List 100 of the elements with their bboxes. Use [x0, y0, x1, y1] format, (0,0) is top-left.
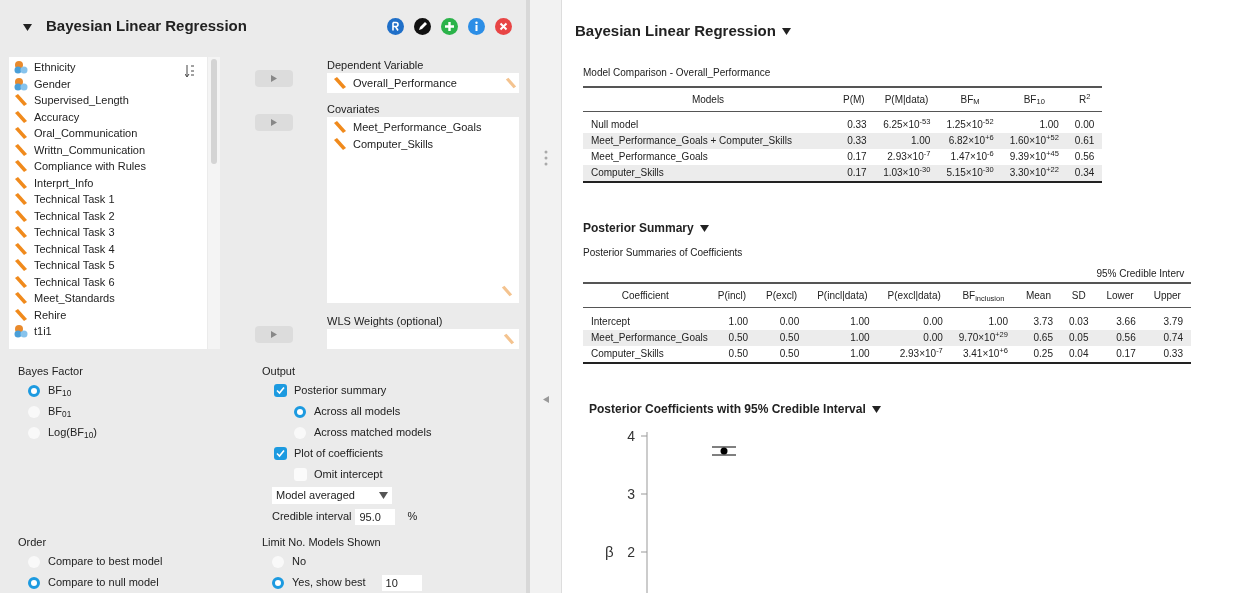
- variable-name[interactable]: Writtn_Communication: [34, 141, 146, 158]
- table-cell: 6.25×10$^{-53}$: [874, 117, 939, 133]
- variable-name[interactable]: t1i1: [34, 323, 52, 340]
- variable-name[interactable]: Ethnicity: [34, 59, 76, 76]
- column-header: Coefficient: [621, 290, 669, 301]
- sort-icon[interactable]: [185, 65, 195, 77]
- column-header: P(incl): [717, 290, 747, 301]
- radio-button[interactable]: [272, 576, 284, 589]
- column-header: BF$_{10}$: [1023, 93, 1045, 105]
- variable-name[interactable]: Technical Task 5: [34, 257, 115, 274]
- variable-name[interactable]: Technical Task 3: [34, 224, 115, 241]
- checkbox[interactable]: [274, 447, 287, 460]
- r-syntax-icon[interactable]: [387, 18, 404, 35]
- variable-name[interactable]: Gender: [34, 75, 71, 92]
- collapse-arrow-icon[interactable]: [542, 396, 549, 403]
- collapse-triangle-icon[interactable]: [23, 22, 32, 31]
- table-cell: 0.33: [833, 133, 875, 149]
- table-cell: 3.66: [1096, 313, 1144, 330]
- dropdown[interactable]: Model averaged: [272, 487, 392, 504]
- menu-triangle-icon[interactable]: [781, 27, 791, 36]
- dependent-variable-field[interactable]: Overall_Performance: [327, 73, 519, 93]
- wls-weights-field[interactable]: [327, 329, 519, 349]
- close-icon[interactable]: [495, 18, 512, 35]
- table-cell: 3.30×10$^{+22}$: [1001, 165, 1067, 182]
- section-label: Bayes Factor: [18, 364, 84, 377]
- ruler-icon: [503, 333, 515, 345]
- section-heading: Posterior Summary: [583, 220, 694, 237]
- table-cell: 0.65: [1015, 329, 1061, 346]
- radio-label: Across all models: [314, 404, 401, 420]
- radio-label: BF$_{10}$: [48, 383, 72, 399]
- ruler-icon: [14, 291, 28, 306]
- scrollbar-thumb[interactable]: [211, 59, 217, 164]
- table-cell: 0.61: [1066, 133, 1103, 149]
- number-field[interactable]: 95.0: [355, 508, 396, 525]
- radio-label: BF$_{01}$: [48, 404, 72, 420]
- radio-button[interactable]: [28, 576, 40, 589]
- checkbox[interactable]: [274, 384, 287, 397]
- radio-button[interactable]: [28, 384, 40, 397]
- ruler-icon: [14, 109, 28, 124]
- group-header: 95% Credible Interv: [1096, 268, 1185, 279]
- ruler-icon: [14, 225, 28, 240]
- variable-name[interactable]: Meet_Performance_Goals: [353, 119, 482, 136]
- tick-label: 2: [627, 543, 635, 560]
- info-icon[interactable]: [468, 18, 485, 35]
- variable-name[interactable]: Rehire: [34, 306, 67, 323]
- table-cell: 3.73: [1015, 313, 1061, 330]
- table-cell: Meet_Performance_Goals + Computer_Skills: [583, 133, 833, 149]
- radio-label: Compare to null model: [48, 575, 159, 591]
- section-label: Output: [262, 364, 297, 377]
- ruler-icon: [14, 192, 28, 207]
- section-label: Limit No. Models Shown: [262, 535, 382, 548]
- add-icon[interactable]: [441, 18, 458, 35]
- table-cell: 1.00: [807, 329, 878, 346]
- column-header: Upper: [1153, 290, 1181, 301]
- pencil-icon[interactable]: [414, 18, 431, 35]
- ruler-icon: [14, 208, 28, 223]
- variable-name[interactable]: Technical Task 4: [34, 240, 115, 257]
- menu-triangle-icon[interactable]: [871, 404, 881, 413]
- table-cell: 1.00: [707, 313, 757, 330]
- move-button[interactable]: [254, 114, 293, 131]
- drag-handle-icon[interactable]: [543, 150, 548, 166]
- variable-name[interactable]: Overall_Performance: [353, 74, 457, 92]
- menu-triangle-icon[interactable]: [699, 224, 709, 232]
- table-cell: 3.41×10$^{+6}$: [950, 345, 1016, 363]
- variable-name[interactable]: Technical Task 1: [34, 191, 115, 208]
- move-button[interactable]: [254, 326, 293, 343]
- table-cell: 0.74: [1143, 329, 1191, 346]
- radio-button[interactable]: [294, 405, 306, 418]
- table-cell: 1.47×10$^{-6}$: [938, 149, 1002, 165]
- ruler-icon: [333, 120, 347, 135]
- table-cell: 0.00: [756, 313, 808, 330]
- table-cell: 6.82×10$^{+6}$: [938, 133, 1002, 149]
- table-cell: Computer_Skills: [583, 345, 708, 363]
- variable-name[interactable]: Compliance with Rules: [34, 158, 146, 175]
- table-cell: 1.00: [950, 313, 1016, 330]
- variable-name[interactable]: Computer_Skills: [353, 135, 434, 152]
- ruler-icon: [14, 307, 28, 322]
- variable-name[interactable]: Meet_Standards: [34, 290, 115, 307]
- table-cell: 2.93×10$^{-7}$: [877, 345, 951, 363]
- covariates-list[interactable]: Meet_Performance_Goals Computer_Skills: [327, 117, 519, 303]
- variable-name[interactable]: Oral_Communication: [34, 125, 138, 142]
- analysis-title: Bayesian Linear Regression: [46, 16, 247, 37]
- table-cell: 0.56: [1096, 329, 1144, 346]
- variable-name[interactable]: Interprt_Info: [34, 174, 94, 191]
- variable-name[interactable]: Technical Task 2: [34, 207, 115, 224]
- play-icon: [270, 119, 277, 126]
- ruler-icon: [14, 258, 28, 273]
- move-button[interactable]: [254, 70, 293, 87]
- table-cell: 1.00: [807, 313, 878, 330]
- table-cell: 0.33: [833, 117, 875, 133]
- checkbox-label: Posterior summary: [294, 383, 387, 399]
- variable-name[interactable]: Accuracy: [34, 108, 80, 125]
- number-field[interactable]: 10: [381, 574, 422, 591]
- section-label: Dependent Variable: [327, 58, 425, 73]
- checkbox-label: Omit intercept: [314, 467, 383, 483]
- table-title: Model Comparison - Overall_Performance: [583, 65, 772, 80]
- table-cell: 0.50: [707, 345, 757, 363]
- variable-name[interactable]: Technical Task 6: [34, 273, 115, 290]
- variable-name[interactable]: Supervised_Length: [34, 92, 129, 109]
- table-cell: 0.05: [1061, 329, 1097, 346]
